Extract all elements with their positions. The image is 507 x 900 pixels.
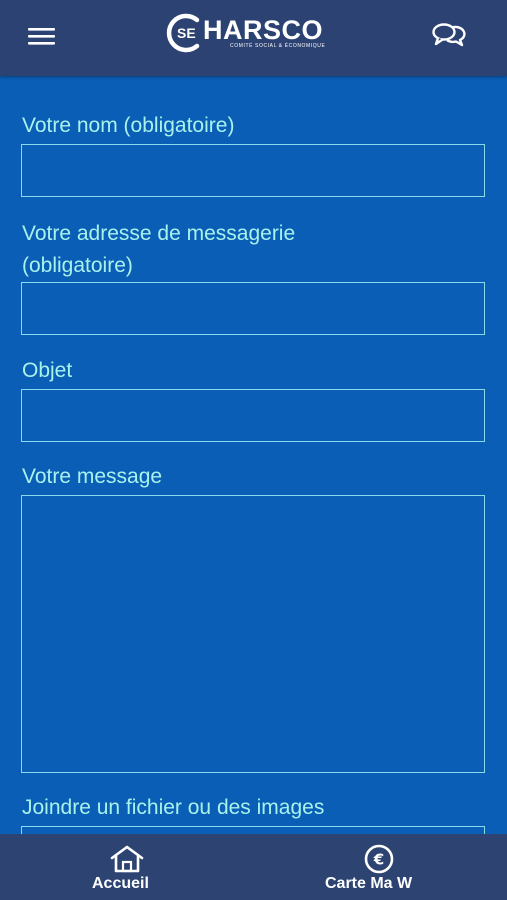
brand-logo[interactable]: SE HARSCO COMITÉ SOCIAL & ÉCONOMIQUE [163, 11, 358, 55]
nav-item-accueil[interactable]: Accueil [80, 834, 174, 900]
logo-mark: SE [166, 13, 200, 53]
nav-item-carte-ma-w[interactable]: € Carte Ma W [318, 834, 444, 900]
subject-input[interactable] [21, 389, 485, 442]
menu-button[interactable] [27, 26, 57, 46]
email-label-line1: Votre adresse de messagerie [22, 222, 296, 245]
file-upload-input[interactable] [21, 826, 485, 834]
subject-label: Objet [22, 359, 73, 382]
chat-bubbles-icon [432, 23, 466, 47]
logo-wordmark: HARSCO [203, 15, 324, 45]
chat-button[interactable] [430, 21, 466, 51]
home-icon [110, 845, 144, 873]
nav-label-carte-ma-w: Carte Ma W [325, 875, 413, 892]
name-label: Votre nom (obligatoire) [22, 114, 235, 137]
message-label: Votre message [22, 465, 163, 488]
euro-coin-icon: € [364, 844, 394, 874]
hamburger-menu-icon [28, 28, 55, 45]
bottom-navigation: Accueil € Carte Ma W [0, 834, 507, 900]
logo-subtitle: COMITÉ SOCIAL & ÉCONOMIQUE [230, 43, 326, 49]
email-label-line2: (obligatoire) [22, 254, 133, 277]
email-input[interactable] [21, 282, 485, 335]
attach-label: Joindre un fichier ou des images [22, 796, 325, 819]
contact-form: Votre nom (obligatoire) Votre adresse de… [0, 76, 507, 834]
message-textarea[interactable] [21, 495, 485, 773]
nav-label-accueil: Accueil [92, 875, 149, 892]
name-input[interactable] [21, 144, 485, 197]
app-header: SE HARSCO COMITÉ SOCIAL & ÉCONOMIQUE [0, 0, 507, 76]
svg-text:€: € [373, 851, 384, 869]
logo-mark-text: SE [177, 25, 196, 41]
